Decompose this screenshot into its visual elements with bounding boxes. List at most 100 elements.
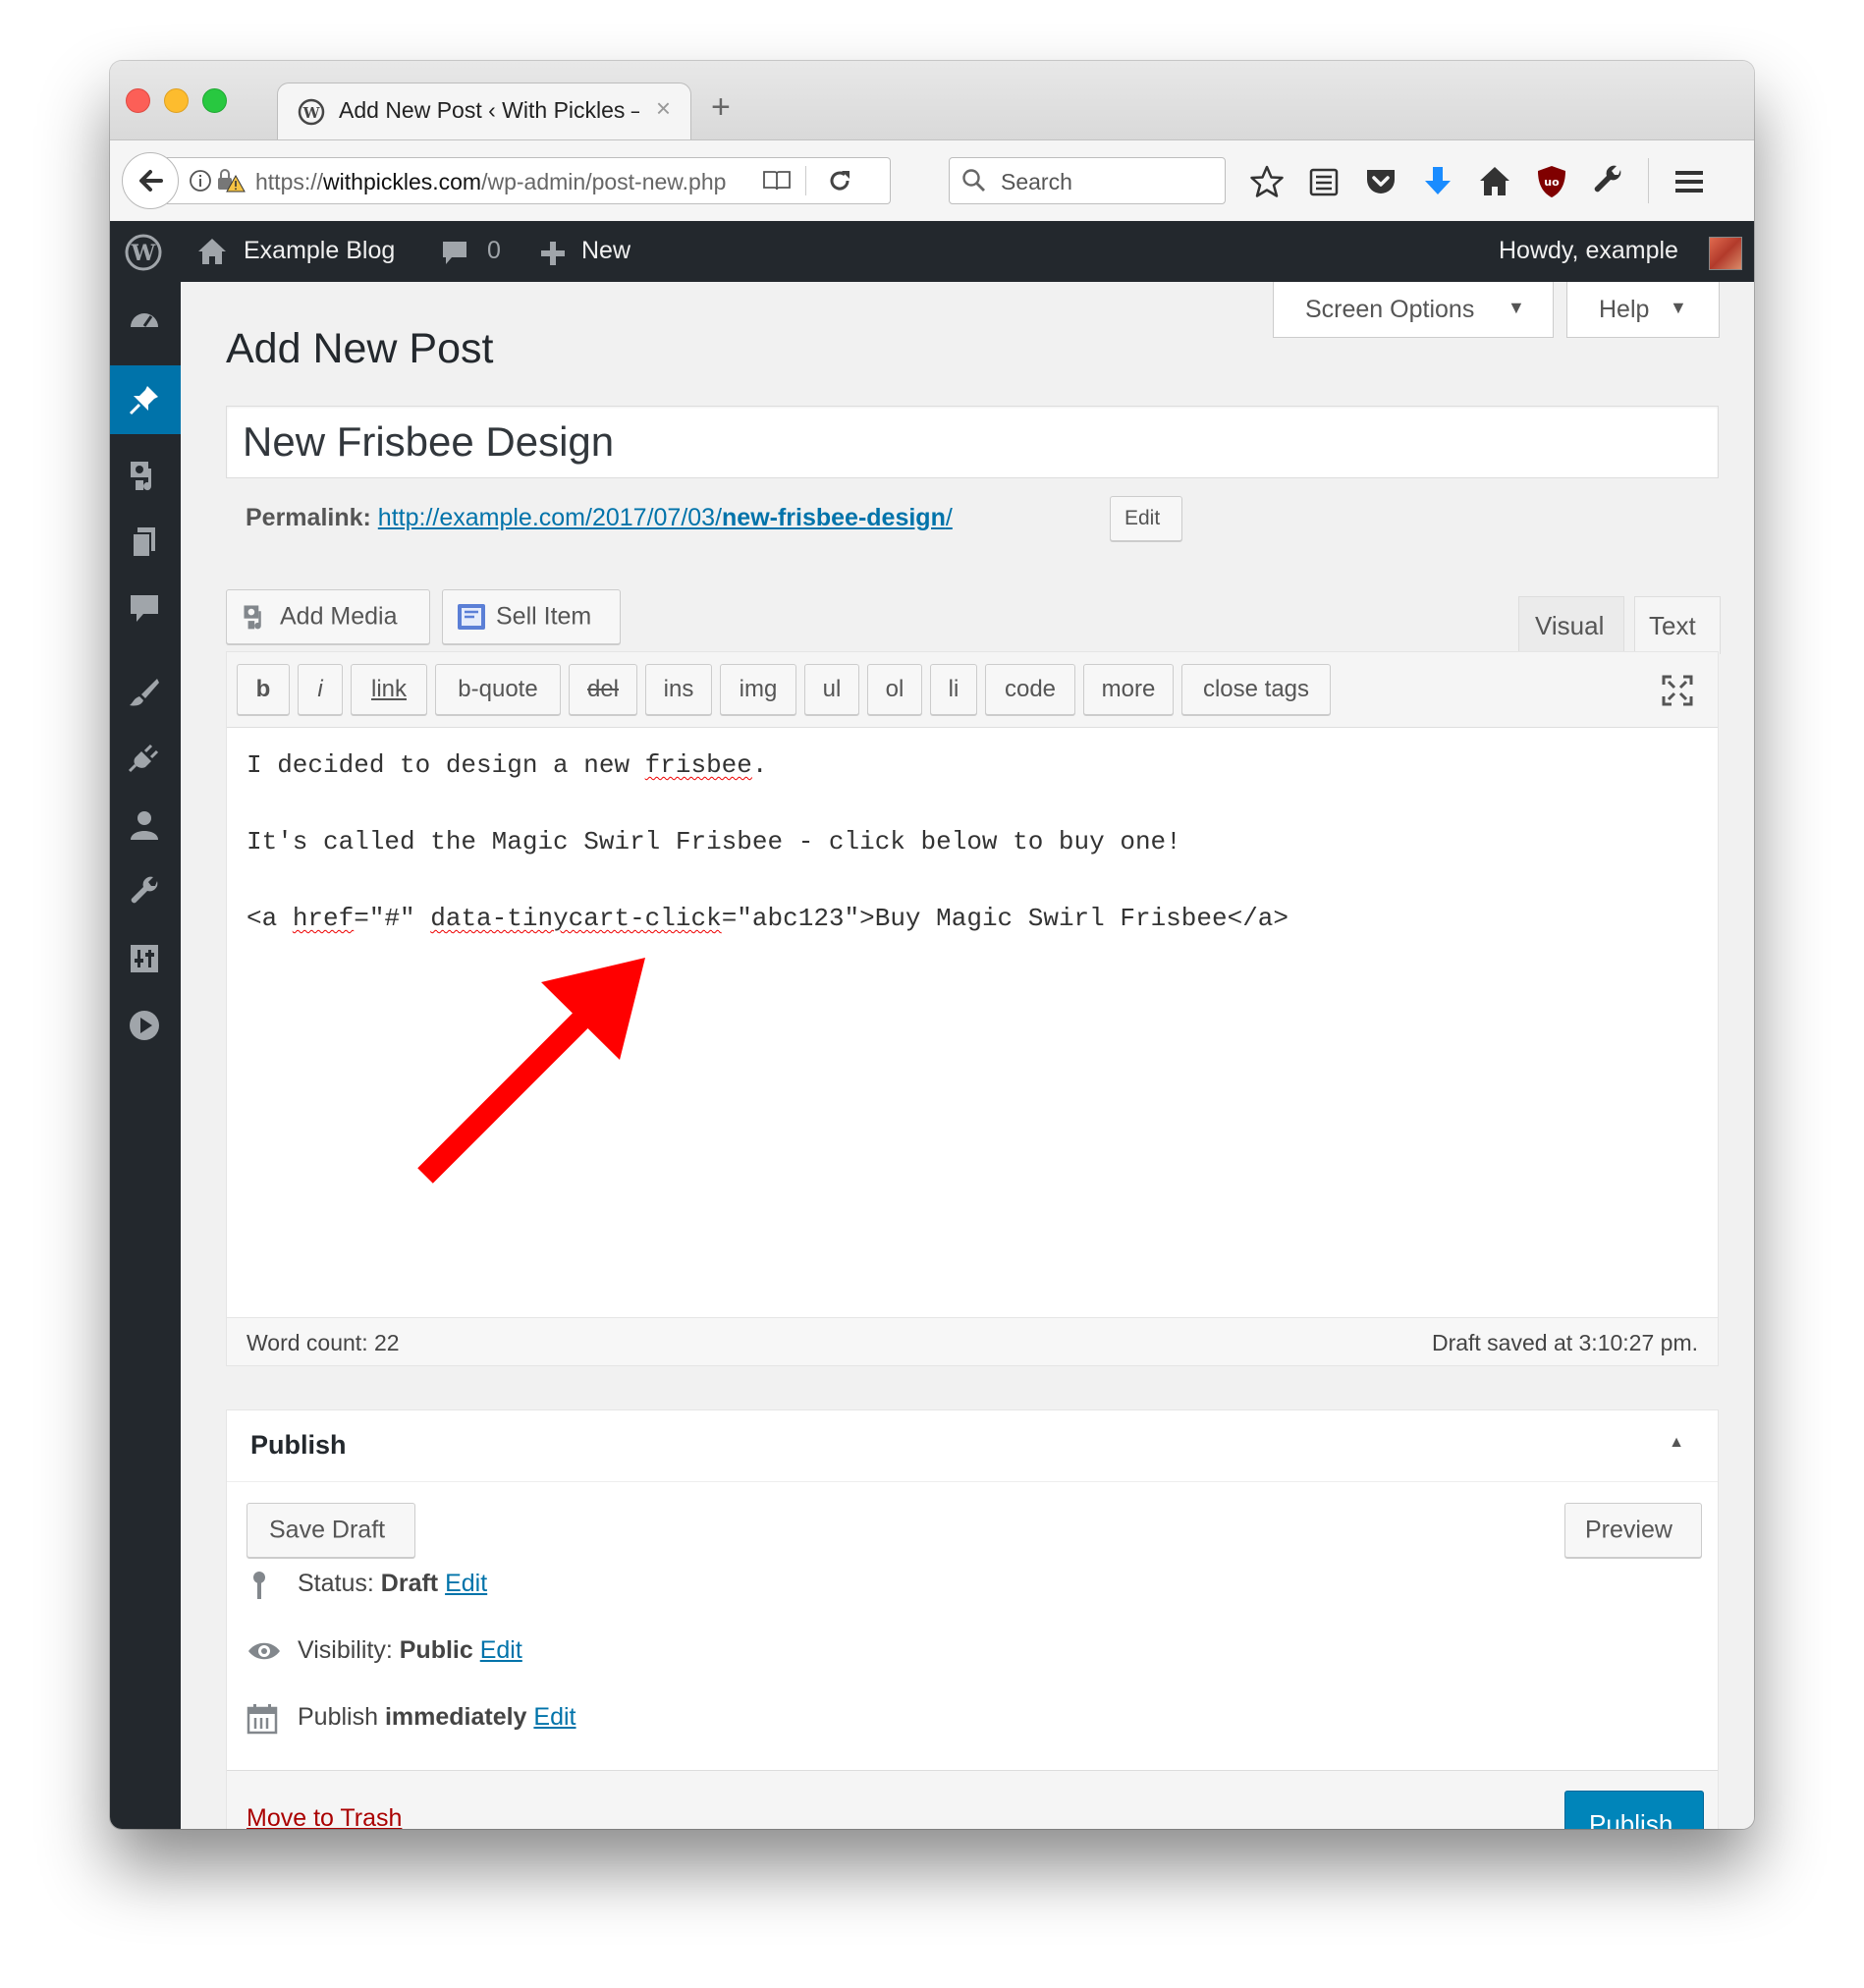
collapse-arrow-icon[interactable]: ▲ bbox=[1669, 1434, 1684, 1452]
insecure-lock-icon[interactable] bbox=[216, 168, 246, 193]
permalink-edit-button[interactable]: Edit bbox=[1110, 496, 1182, 541]
editor-line-2[interactable]: It's called the Magic Swirl Frisbee - cl… bbox=[247, 827, 1181, 856]
search-placeholder: Search bbox=[1001, 169, 1072, 194]
media-icon bbox=[131, 462, 152, 491]
site-home-icon[interactable] bbox=[196, 237, 228, 266]
post-title-input[interactable]: New Frisbee Design bbox=[226, 406, 1719, 478]
media-icon bbox=[244, 605, 261, 630]
search-input[interactable]: Search bbox=[949, 157, 1226, 204]
quicktags-toolbar: b i link b-quote del ins img ul ol li co… bbox=[227, 652, 1718, 728]
eye-icon bbox=[248, 1642, 280, 1660]
reload-icon[interactable] bbox=[827, 168, 852, 193]
qt-italic-button[interactable]: i bbox=[298, 664, 343, 715]
tab-close-icon[interactable]: × bbox=[656, 93, 671, 124]
main-content: Screen Options ▼ Help ▼ Add New Post New F… bbox=[181, 282, 1754, 1829]
editor-line-1[interactable]: I decided to design a new frisbee. bbox=[247, 750, 768, 780]
back-button[interactable] bbox=[122, 152, 179, 209]
help-button[interactable]: Help ▼ bbox=[1566, 282, 1720, 338]
editor-status-bar: Word count: 22 Draft saved at 3:10:27 pm… bbox=[227, 1317, 1718, 1365]
qt-del-button[interactable]: del bbox=[569, 664, 637, 715]
window-maximize-button[interactable] bbox=[202, 88, 227, 113]
sidebar-item-appearance[interactable] bbox=[110, 663, 181, 718]
add-media-button[interactable]: Add Media bbox=[226, 589, 430, 644]
browser-window: W Add New Post ‹ With Pickles — WordPres… bbox=[110, 61, 1754, 1829]
wordpress-favicon-icon: W bbox=[298, 98, 325, 126]
qt-more-button[interactable]: more bbox=[1083, 664, 1174, 715]
info-icon[interactable] bbox=[189, 169, 212, 193]
pushpin-icon bbox=[129, 386, 158, 415]
qt-code-button[interactable]: code bbox=[985, 664, 1075, 715]
comments-icon[interactable] bbox=[440, 239, 469, 268]
play-circle-icon bbox=[130, 1011, 159, 1040]
draft-saved-status: Draft saved at 3:10:27 pm. bbox=[1431, 1330, 1698, 1355]
sidebar-item-users[interactable] bbox=[110, 797, 181, 852]
browser-tab[interactable]: W Add New Post ‹ With Pickles — WordPres… bbox=[277, 83, 691, 140]
caret-down-icon: ▼ bbox=[1670, 298, 1687, 317]
sell-item-icon bbox=[458, 604, 485, 630]
preview-button[interactable]: Preview bbox=[1564, 1503, 1702, 1558]
url-bar[interactable]: https://withpickles.com/wp-admin/post-ne… bbox=[167, 157, 891, 204]
new-tab-button[interactable]: + bbox=[711, 88, 731, 127]
publish-button[interactable]: Publish bbox=[1564, 1791, 1704, 1829]
sidebar-item-posts[interactable] bbox=[110, 365, 181, 434]
permalink-link[interactable]: http://example.com/2017/07/03/new-frisbe… bbox=[378, 504, 953, 531]
avatar[interactable] bbox=[1709, 237, 1742, 270]
wrench-icon[interactable] bbox=[1591, 164, 1626, 199]
sidebar-item-pages[interactable] bbox=[110, 514, 181, 569]
sidebar-item-plugins[interactable] bbox=[110, 730, 181, 785]
qt-bquote-button[interactable]: b-quote bbox=[435, 664, 561, 715]
sidebar-item-comments[interactable] bbox=[110, 580, 181, 635]
sidebar-item-settings[interactable] bbox=[110, 930, 181, 985]
editor-line-3[interactable]: <a href="#" data-tinycart-click="abc123"… bbox=[247, 904, 1288, 933]
tab-strip: W Add New Post ‹ With Pickles — WordPres… bbox=[110, 61, 1754, 140]
qt-close-tags-button[interactable]: close tags bbox=[1181, 664, 1331, 715]
tab-text[interactable]: Text bbox=[1634, 596, 1721, 654]
qt-ins-button[interactable]: ins bbox=[645, 664, 712, 715]
qt-li-button[interactable]: li bbox=[930, 664, 977, 715]
downloads-icon[interactable] bbox=[1420, 164, 1455, 199]
comments-count[interactable]: 0 bbox=[487, 237, 501, 265]
move-to-trash-link[interactable]: Move to Trash bbox=[247, 1804, 402, 1829]
site-name-link[interactable]: Example Blog bbox=[244, 237, 395, 265]
sidebar-item-tools[interactable] bbox=[110, 863, 181, 918]
navigation-bar: https://withpickles.com/wp-admin/post-ne… bbox=[110, 139, 1754, 222]
post-title-value: New Frisbee Design bbox=[243, 418, 615, 465]
save-draft-button[interactable]: Save Draft bbox=[247, 1503, 415, 1558]
tab-visual[interactable]: Visual bbox=[1518, 596, 1624, 654]
qt-ul-button[interactable]: ul bbox=[804, 664, 859, 715]
qt-img-button[interactable]: img bbox=[720, 664, 796, 715]
qt-link-button[interactable]: link bbox=[351, 664, 427, 715]
sidebar-item-collapse[interactable] bbox=[110, 997, 181, 1052]
paintbrush-icon bbox=[130, 679, 159, 706]
pages-icon bbox=[132, 527, 155, 558]
bookmarks-list-icon[interactable] bbox=[1306, 164, 1342, 199]
status-edit-link[interactable]: Edit bbox=[445, 1570, 487, 1597]
window-close-button[interactable] bbox=[126, 88, 150, 113]
new-content-link[interactable]: New bbox=[581, 237, 630, 265]
publish-box-header[interactable]: Publish ▲ bbox=[227, 1410, 1718, 1482]
qt-bold-button[interactable]: b bbox=[237, 664, 290, 715]
plus-icon[interactable] bbox=[540, 241, 566, 266]
wordpress-logo-icon[interactable]: W bbox=[124, 233, 163, 272]
pocket-icon[interactable] bbox=[1363, 164, 1398, 199]
admin-sidebar bbox=[110, 282, 181, 1829]
sidebar-item-media[interactable] bbox=[110, 447, 181, 502]
ublock-origin-icon[interactable]: uo bbox=[1534, 164, 1569, 199]
screen-options-button[interactable]: Screen Options ▼ bbox=[1273, 282, 1554, 338]
schedule-edit-link[interactable]: Edit bbox=[533, 1703, 576, 1731]
home-icon[interactable] bbox=[1477, 164, 1512, 199]
publish-box-footer: Move to Trash Publish bbox=[227, 1770, 1718, 1829]
howdy-user-link[interactable]: Howdy, example bbox=[1499, 237, 1678, 265]
calendar-icon bbox=[247, 1704, 278, 1735]
sell-item-button[interactable]: Sell Item bbox=[442, 589, 621, 644]
bookmark-star-icon[interactable] bbox=[1249, 164, 1285, 199]
reader-view-icon[interactable] bbox=[762, 169, 792, 193]
qt-ol-button[interactable]: ol bbox=[867, 664, 922, 715]
sidebar-item-dashboard[interactable] bbox=[110, 292, 181, 347]
plugin-icon bbox=[128, 744, 159, 773]
hamburger-menu-icon[interactable] bbox=[1672, 164, 1707, 199]
fullscreen-icon[interactable] bbox=[1661, 674, 1694, 707]
window-minimize-button[interactable] bbox=[164, 88, 189, 113]
visibility-edit-link[interactable]: Edit bbox=[480, 1636, 522, 1664]
dashboard-gauge-icon bbox=[131, 313, 158, 327]
